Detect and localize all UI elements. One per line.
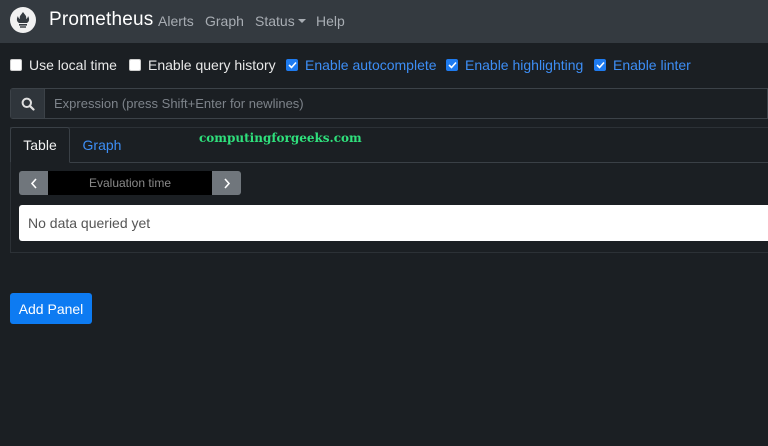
option-enable-linter[interactable]: Enable linter [594, 57, 691, 73]
check-icon [287, 61, 297, 69]
checkbox-enable-highlighting[interactable] [446, 59, 458, 71]
caret-down-icon [297, 19, 306, 23]
checkbox-enable-autocomplete[interactable] [286, 59, 298, 71]
panel-tabs: Table Graph [10, 127, 768, 163]
option-enable-query-history[interactable]: Enable query history [129, 57, 276, 73]
tab-graph[interactable]: Graph [70, 127, 134, 162]
expression-bar [10, 88, 768, 119]
option-enable-autocomplete[interactable]: Enable autocomplete [286, 57, 437, 73]
chevron-left-icon [30, 177, 37, 189]
nav-status-dropdown[interactable]: Status [255, 13, 306, 29]
nav-alerts[interactable]: Alerts [158, 13, 194, 29]
option-enable-highlighting[interactable]: Enable highlighting [446, 57, 583, 73]
option-label: Enable highlighting [465, 57, 584, 73]
search-button[interactable] [11, 89, 45, 118]
option-use-local-time[interactable]: Use local time [10, 57, 117, 73]
option-label: Enable autocomplete [305, 57, 437, 73]
eval-prev-button[interactable] [19, 171, 48, 195]
evaluation-time-group [19, 171, 241, 195]
eval-next-button[interactable] [212, 171, 241, 195]
evaluation-time-input[interactable] [48, 171, 212, 195]
top-navbar: Prometheus Alerts Graph Status Help [0, 0, 768, 43]
tab-table[interactable]: Table [10, 127, 70, 163]
checkbox-use-local-time[interactable] [10, 59, 22, 71]
nav-help[interactable]: Help [316, 13, 345, 29]
option-label: Enable linter [613, 57, 691, 73]
check-icon [595, 61, 605, 69]
expression-input[interactable] [45, 89, 767, 118]
prometheus-logo-icon[interactable] [10, 7, 36, 33]
add-panel-button[interactable]: Add Panel [10, 293, 92, 324]
checkbox-enable-query-history[interactable] [129, 59, 141, 71]
check-icon [447, 61, 457, 69]
checkbox-enable-linter[interactable] [594, 59, 606, 71]
no-data-message: No data queried yet [19, 205, 768, 241]
option-label: Enable query history [148, 57, 276, 73]
search-icon [21, 97, 35, 111]
brand-title[interactable]: Prometheus [49, 9, 153, 31]
option-label: Use local time [29, 57, 117, 73]
chevron-right-icon [223, 177, 230, 189]
watermark-text: computingforgeeks.com [199, 131, 362, 145]
nav-graph[interactable]: Graph [205, 13, 244, 29]
nav-status-label: Status [255, 13, 295, 29]
